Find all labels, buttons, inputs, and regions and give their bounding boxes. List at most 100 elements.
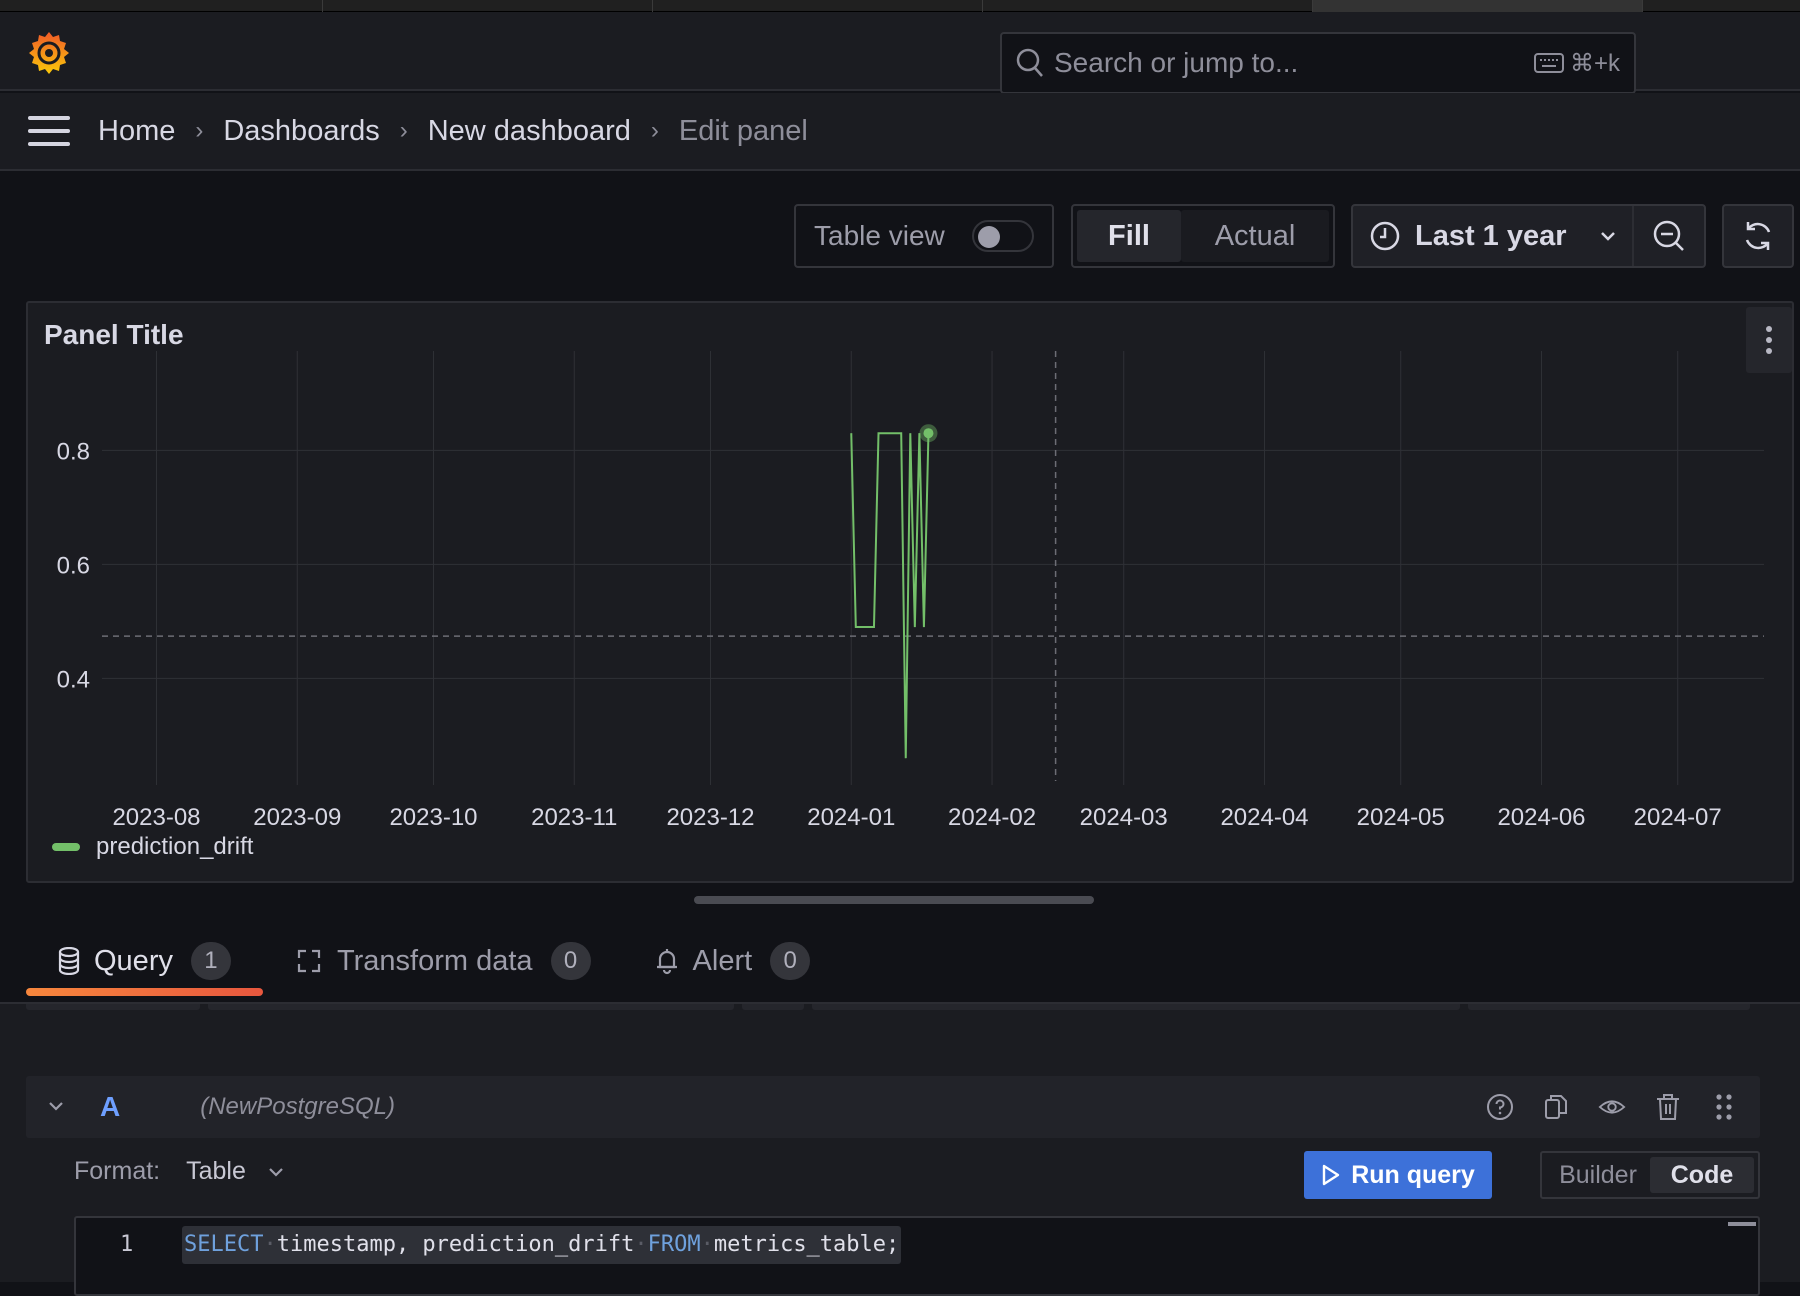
tab-query-label: Query [94,945,173,978]
chevron-down-icon [268,1167,284,1177]
breadcrumb-separator-icon: › [400,117,408,145]
keyboard-icon [1534,53,1564,73]
x-tick-label: 2024-06 [1497,804,1585,831]
x-tick-label: 2023-09 [253,804,341,831]
drag-handle-icon[interactable] [1710,1093,1738,1121]
browser-tab-strip [0,0,1800,12]
editor-scrollbar[interactable] [1728,1222,1756,1226]
duplicate-query-icon[interactable] [1542,1093,1570,1121]
code-mode-button[interactable]: Code [1650,1157,1754,1193]
x-tick-label: 2023-12 [666,804,754,831]
eye-icon[interactable] [1598,1093,1626,1121]
query-row-actions [1486,1076,1738,1138]
zoom-out-button[interactable] [1634,206,1704,266]
y-tick-label: 0.6 [57,552,90,579]
table-view-toggle-group: Table view [794,204,1054,268]
x-tick-label: 2024-03 [1080,804,1168,831]
sql-keyword: FROM [648,1232,701,1257]
run-query-label: Run query [1351,1161,1475,1190]
builder-code-switch: Builder Code [1540,1151,1760,1199]
sql-code-editor[interactable]: 1 SELECT·timestamp, prediction_drift·FRO… [74,1216,1760,1296]
editor-tabs: Query 1 Transform data 0 Alert 0 [26,924,842,998]
time-range-label: Last 1 year [1415,220,1600,253]
x-tick-label: 2024-05 [1357,804,1445,831]
datasource-row-fragment [1468,1004,1750,1010]
table-view-label: Table view [814,220,945,252]
tab-transform-label: Transform data [337,945,533,978]
fill-button[interactable]: Fill [1077,210,1181,262]
sql-line[interactable]: SELECT·timestamp, prediction_drift·FROM·… [182,1226,901,1264]
panel-resize-handle[interactable] [694,896,1094,904]
browser-tab[interactable] [323,0,653,12]
browser-tab[interactable] [0,0,323,12]
table-view-switch[interactable] [972,220,1034,252]
database-icon [58,947,80,975]
chevron-down-icon [1600,231,1616,241]
query-row-header: A (NewPostgreSQL) [26,1076,1760,1138]
search-input[interactable]: Search or jump to... ⌘+k [1000,32,1636,94]
breadcrumb-bar: Home › Dashboards › New dashboard › Edit… [0,93,1800,171]
y-tick-label: 0.4 [57,666,90,693]
keyboard-shortcut-hint: ⌘+k [1534,49,1620,78]
x-tick-label: 2023-11 [531,804,617,831]
tab-query[interactable]: Query 1 [26,924,263,998]
browser-tab[interactable] [983,0,1313,12]
datasource-row-fragment [208,1004,734,1010]
legend-swatch [52,843,80,851]
query-datasource-name: (NewPostgreSQL) [200,1093,395,1121]
time-range-picker: Last 1 year [1351,204,1706,268]
builder-mode-button[interactable]: Builder [1546,1157,1650,1193]
shortcut-text: ⌘+k [1570,49,1620,78]
datasource-row-fragment [742,1004,804,1010]
format-value: Table [186,1157,246,1186]
browser-tab-active[interactable] [1313,0,1643,12]
bell-icon [655,947,679,975]
y-tick-label: 0.8 [57,438,90,465]
breadcrumb-dashboards[interactable]: Dashboards [223,115,379,148]
x-tick-label: 2023-10 [389,804,477,831]
sql-keyword: SELECT [184,1232,263,1257]
help-icon[interactable] [1486,1093,1514,1121]
hover-point [923,428,933,438]
tab-transform-data[interactable]: Transform data 0 [263,924,623,998]
time-range-button[interactable]: Last 1 year [1353,206,1634,266]
menu-toggle-icon[interactable] [28,116,70,146]
x-tick-label: 2024-07 [1634,804,1722,831]
refresh-button[interactable] [1722,204,1794,268]
legend-label: prediction_drift [96,833,253,861]
run-query-button[interactable]: Run query [1304,1151,1492,1199]
tab-query-count: 1 [191,942,231,980]
grafana-logo-icon[interactable] [26,30,72,76]
actual-button[interactable]: Actual [1181,210,1329,262]
search-icon [1016,48,1044,78]
format-dropdown[interactable]: Table [186,1157,284,1186]
browser-tab[interactable] [653,0,983,12]
breadcrumb-home[interactable]: Home [98,115,175,148]
zoom-out-icon [1652,219,1686,253]
fill-actual-segmented: Fill Actual [1071,204,1335,268]
collapse-chevron-icon[interactable] [48,1098,70,1116]
series-line-prediction_drift [851,433,928,758]
trash-icon[interactable] [1654,1093,1682,1121]
breadcrumb-edit-panel: Edit panel [679,115,808,148]
tab-alert-label: Alert [693,945,753,978]
format-selector: Format: Table [74,1157,284,1186]
transform-icon [295,947,323,975]
x-tick-label: 2024-02 [948,804,1036,831]
x-tick-label: 2024-04 [1220,804,1308,831]
top-bar: Search or jump to... ⌘+k [0,12,1800,91]
x-tick-label: 2024-01 [807,804,895,831]
time-series-chart[interactable]: 0.4 0.6 0.8 2023-08 2023-09 2023-10 2023-11 202… [28,303,1792,881]
x-tick-label: 2023-08 [112,804,200,831]
line-number: 1 [120,1232,133,1257]
query-ref-id[interactable]: A [100,1091,120,1123]
breadcrumb-separator-icon: › [651,117,659,145]
datasource-row-fragment [812,1004,1460,1010]
play-icon [1321,1163,1341,1187]
legend-item[interactable]: prediction_drift [52,833,253,861]
format-label: Format: [74,1157,160,1186]
tab-alert[interactable]: Alert 0 [623,924,843,998]
panel: Panel Title 0.40.60.82023-082023-092023-… [26,301,1794,883]
breadcrumb-new-dashboard[interactable]: New dashboard [428,115,631,148]
breadcrumb-separator-icon: › [195,117,203,145]
